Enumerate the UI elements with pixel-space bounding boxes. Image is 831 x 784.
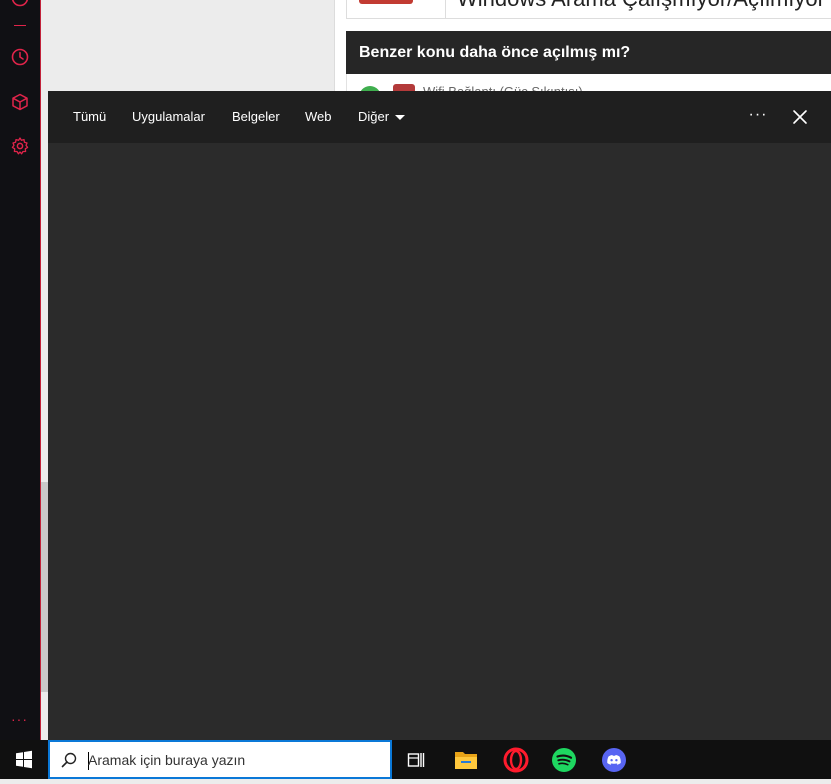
opera-sidebar: ··· bbox=[0, 0, 41, 740]
file-explorer-icon bbox=[455, 751, 477, 769]
tab-more-dropdown[interactable]: Diğer bbox=[358, 91, 406, 143]
sidebar-top-icon[interactable] bbox=[10, 0, 30, 8]
sidebar-more-icon[interactable]: ··· bbox=[11, 712, 28, 726]
history-icon[interactable] bbox=[10, 47, 30, 67]
tab-all[interactable]: Tümü bbox=[73, 91, 106, 143]
spotify-button[interactable] bbox=[540, 740, 588, 779]
discord-button[interactable] bbox=[590, 740, 638, 779]
close-button[interactable] bbox=[790, 107, 810, 127]
search-flyout-header: Tümü Uygulamalar Belgeler Web Diğer ··· bbox=[48, 91, 831, 143]
sidebar-divider bbox=[14, 25, 26, 26]
tab-web[interactable]: Web bbox=[305, 91, 332, 143]
settings-gear-icon[interactable] bbox=[10, 136, 30, 156]
start-button[interactable] bbox=[0, 740, 48, 779]
windows-start-icon bbox=[16, 750, 32, 769]
tab-apps[interactable]: Uygulamalar bbox=[132, 91, 205, 143]
search-icon bbox=[61, 752, 77, 768]
opera-icon bbox=[503, 747, 529, 772]
file-explorer-button[interactable] bbox=[442, 740, 490, 779]
page-scroll-strip bbox=[41, 482, 48, 692]
discord-icon bbox=[602, 747, 626, 772]
thread-title-card: Windows Arama Çalışmıyor/Açılmıyor bbox=[346, 0, 831, 19]
tab-documents[interactable]: Belgeler bbox=[232, 91, 280, 143]
card-divider bbox=[445, 0, 446, 18]
task-view-button[interactable] bbox=[392, 740, 440, 779]
task-view-icon bbox=[407, 752, 425, 767]
opera-button[interactable] bbox=[492, 740, 540, 779]
spotify-icon bbox=[552, 747, 576, 772]
taskbar bbox=[0, 740, 831, 779]
search-input[interactable] bbox=[88, 742, 378, 777]
similar-threads-heading: Benzer konu daha önce açılmış mı? bbox=[346, 31, 831, 74]
thread-title: Windows Arama Çalışmıyor/Açılmıyor bbox=[457, 0, 825, 12]
more-options-button[interactable]: ··· bbox=[748, 91, 768, 143]
thread-prefix-badge bbox=[359, 0, 413, 4]
cube-icon[interactable] bbox=[10, 92, 30, 112]
search-flyout: Tümü Uygulamalar Belgeler Web Diğer ··· bbox=[48, 91, 831, 740]
close-icon bbox=[793, 110, 807, 124]
chevron-down-icon bbox=[395, 115, 406, 121]
taskbar-search-box[interactable] bbox=[48, 740, 392, 779]
